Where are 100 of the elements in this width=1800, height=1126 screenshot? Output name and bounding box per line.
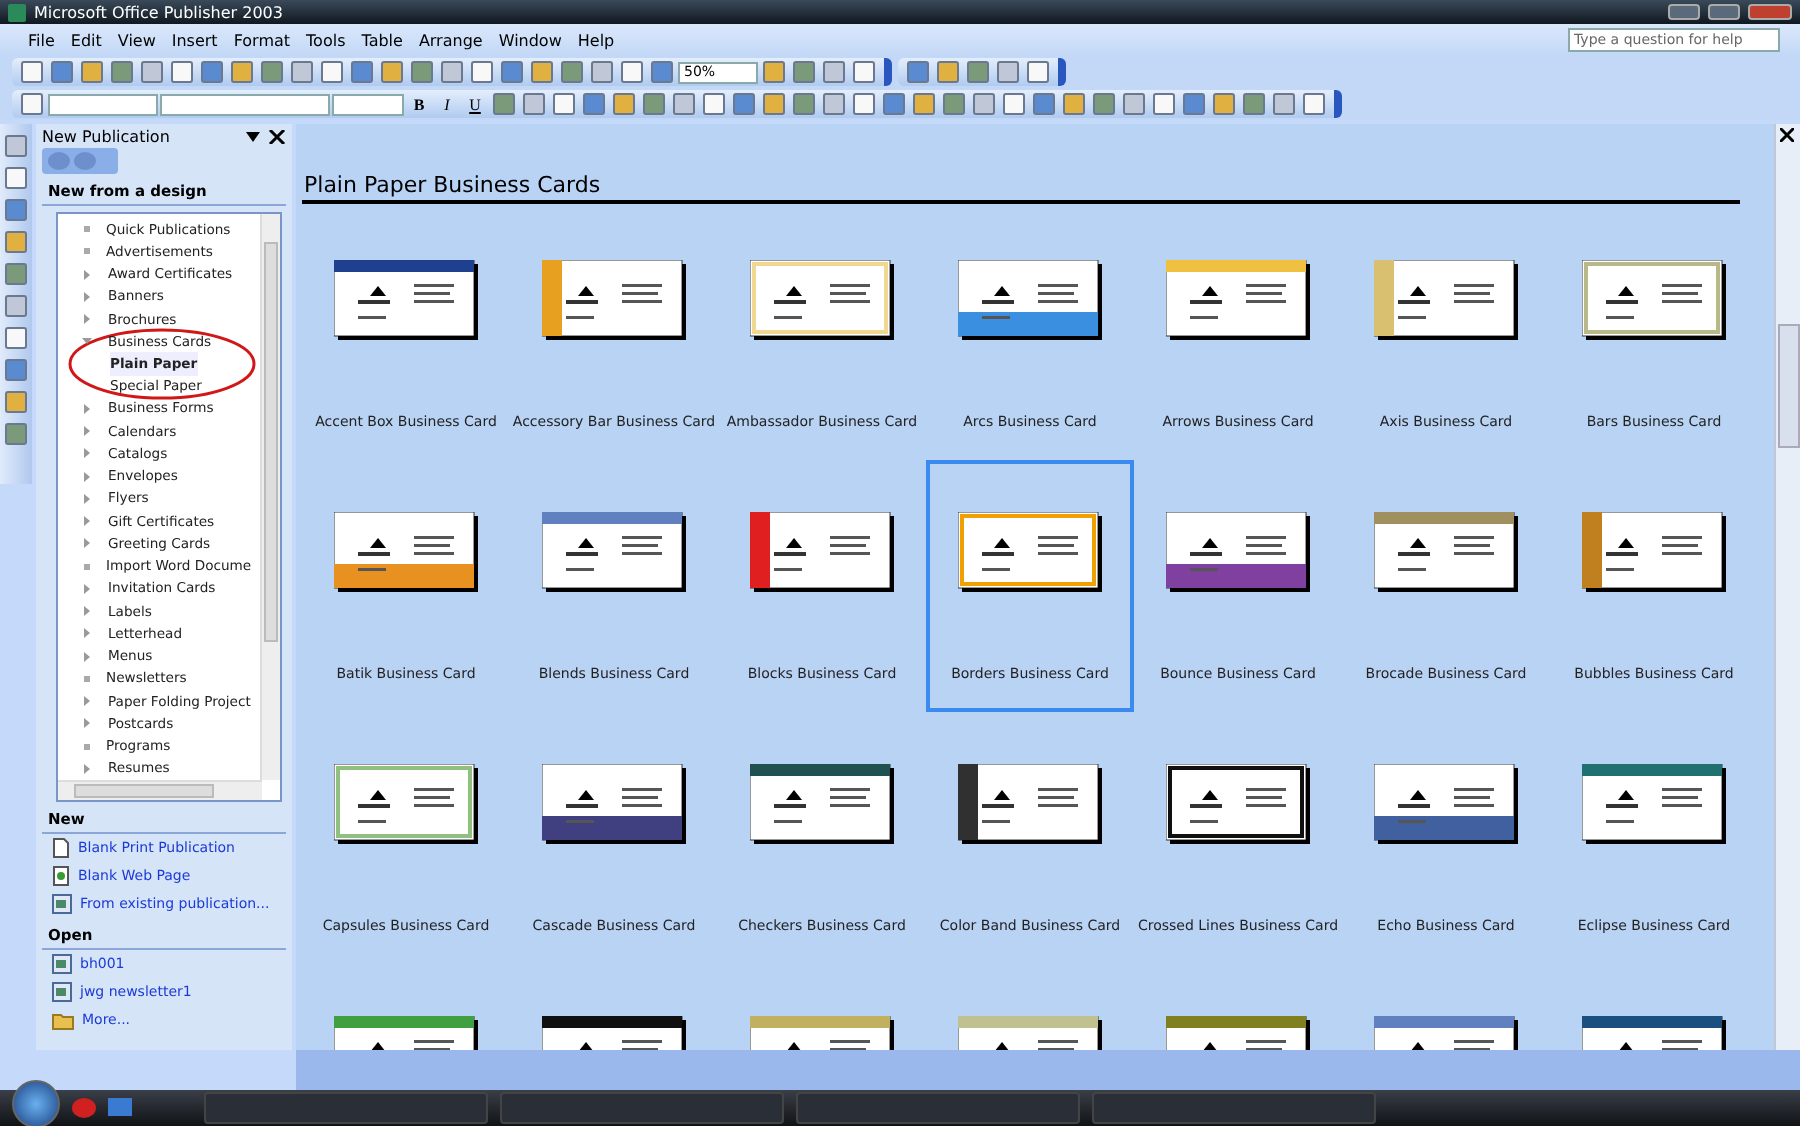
gallery-title: Plain Paper Business Cards [302,172,1740,204]
maximize-button[interactable] [1708,4,1740,20]
toolbar-icon[interactable] [498,58,526,86]
minimize-button[interactable] [1668,4,1700,20]
menu-item[interactable]: Insert [163,31,226,49]
toolbar-icon[interactable] [138,58,166,86]
toolbar-icon[interactable] [880,90,908,118]
toolbar-icon[interactable] [1030,90,1058,118]
menu-item[interactable]: Help [569,31,623,49]
toolbar-icon[interactable] [528,58,556,86]
toolbar-icon[interactable] [1024,58,1052,86]
horizontal-scrollbar[interactable] [58,780,262,800]
menu-item[interactable]: Edit [62,31,110,49]
close-icon[interactable] [268,129,286,143]
toolbar-icon[interactable] [760,58,788,86]
toolbar-icon[interactable] [78,58,106,86]
folder-icon [52,1011,74,1029]
menu-item[interactable]: File [20,31,63,49]
toolbar-icon[interactable] [1270,90,1298,118]
toolbar-icon[interactable] [588,58,616,86]
menu-item[interactable]: Table [353,31,411,49]
menu-item[interactable]: Format [225,31,299,49]
toolbar-icon[interactable] [850,90,878,118]
toolbar-icon[interactable] [904,58,932,86]
menu-item[interactable]: Tools [298,31,354,49]
toolbar-icon[interactable] [168,58,196,86]
toolbar-icon[interactable] [940,90,968,118]
toolbar-icon[interactable] [1090,90,1118,118]
font-size-field[interactable] [332,93,404,115]
toolbar-icon[interactable] [910,90,938,118]
toolbar-icon[interactable] [670,90,698,118]
toolbar-icon[interactable] [198,58,226,86]
toolbar-icon[interactable] [820,90,848,118]
format-button[interactable]: I [434,91,460,117]
vertical-scrollbar[interactable] [260,214,280,780]
toolbar-icon[interactable] [108,58,136,86]
toolbar-icon[interactable] [580,90,608,118]
toolbar-icon[interactable] [760,90,788,118]
toolbar-icon[interactable] [18,58,46,86]
format-button[interactable]: B [406,91,432,117]
toolbar-icon[interactable] [558,58,586,86]
toolbar-icon[interactable] [550,90,578,118]
menu-item[interactable]: Arrange [410,31,491,49]
start-button[interactable] [12,1080,60,1126]
toolbar-icon[interactable] [934,58,962,86]
toolbar-icon[interactable] [1240,90,1268,118]
toolbar-icon[interactable] [18,90,46,118]
font-field[interactable] [160,93,330,115]
toolbar-icon[interactable] [408,58,436,86]
toolbar-icon[interactable] [820,58,848,86]
app-icon[interactable] [72,1098,96,1118]
toolbar-icon[interactable] [1120,90,1148,118]
toolbar-icon[interactable] [228,58,256,86]
toolbar-icon[interactable] [2,228,30,256]
toolbar-icon[interactable] [468,58,496,86]
toolbar-icon[interactable] [2,196,30,224]
toolbar-icon[interactable] [700,90,728,118]
toolbar-icon[interactable] [1180,90,1208,118]
toolbar-icon[interactable] [994,58,1022,86]
toolbar-icon[interactable] [640,90,668,118]
toolbar-icon[interactable] [490,90,518,118]
toolbar-icon[interactable] [730,90,758,118]
toolbar-icon[interactable] [2,324,30,352]
toolbar-icon[interactable] [2,132,30,160]
menu-item[interactable]: Window [490,31,570,49]
toolbar-icon[interactable] [850,58,878,86]
toolbar-icon[interactable] [438,58,466,86]
toolbar-icon[interactable] [48,58,76,86]
desktop-icon[interactable] [108,1098,132,1118]
toolbar-icon[interactable] [1060,90,1088,118]
toolbar-icon[interactable] [2,388,30,416]
toolbar-icon[interactable] [520,90,548,118]
toolbar-icon[interactable] [288,58,316,86]
toolbar-icon[interactable] [348,58,376,86]
toolbar-icon[interactable] [790,90,818,118]
toolbar-icon[interactable] [1000,90,1028,118]
vertical-scrollbar[interactable] [1774,124,1800,1050]
toolbar-icon[interactable] [1210,90,1238,118]
toolbar-icon[interactable] [2,260,30,288]
format-button[interactable]: U [462,91,488,117]
task-pane-title: New Publication [42,127,172,145]
toolbar-icon[interactable] [2,292,30,320]
toolbar-icon[interactable] [790,58,818,86]
toolbar-icon[interactable] [1150,90,1178,118]
toolbar-icon[interactable] [258,58,286,86]
toolbar-icon[interactable] [970,90,998,118]
toolbar-icon[interactable] [378,58,406,86]
toolbar-icon[interactable] [610,90,638,118]
toolbar-icon[interactable] [964,58,992,86]
toolbar-icon[interactable] [648,58,676,86]
close-button[interactable] [1776,126,1796,146]
toolbar-icon[interactable] [318,58,346,86]
toolbar-icon[interactable] [2,420,30,448]
toolbar-icon[interactable] [1300,90,1328,118]
style-field[interactable] [48,93,158,115]
toolbar-icon[interactable] [2,164,30,192]
dropdown-icon[interactable] [246,131,260,141]
menu-item[interactable]: View [109,31,164,49]
toolbar-icon[interactable] [618,58,646,86]
toolbar-icon[interactable] [2,356,30,384]
